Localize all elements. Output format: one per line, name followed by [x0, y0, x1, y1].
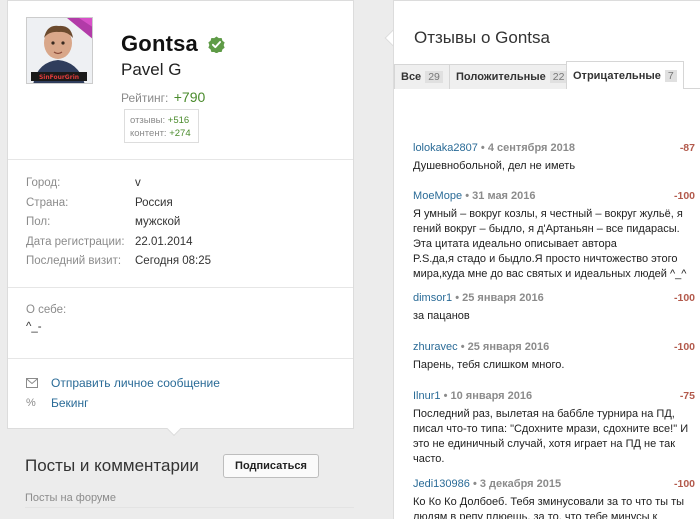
review-date-text: 10 января 2016 [450, 390, 533, 402]
rating-breakdown: отзывы: +516 контент: +274 [124, 109, 199, 143]
review-author-link[interactable]: Ilnur1 [413, 390, 441, 402]
avatar[interactable]: SinFourGrin [26, 17, 93, 84]
review-text: за пацанов [413, 310, 470, 322]
verified-badge-icon [208, 35, 225, 53]
rating-label: Рейтинг: [121, 91, 169, 105]
tab-count: 29 [425, 71, 443, 83]
posts-heading: Посты и комментарии [25, 456, 199, 475]
content-rating-label: контент: [130, 128, 167, 139]
review-score: -100 [673, 190, 695, 202]
tab-label: Положительные [456, 71, 546, 83]
review-text: Душевнобольной, дел не иметь [413, 160, 576, 172]
review-item: zhuravec • 25 января 2016 -100 Парень, те… [413, 341, 695, 373]
about-label: О себе: [26, 304, 67, 316]
subscribe-button[interactable]: Подписаться [223, 454, 319, 478]
percent-icon: % [26, 397, 36, 409]
review-score: -87 [679, 142, 695, 154]
review-score: -100 [673, 341, 695, 353]
review-text: Ко Ко Ко Долбоеб. Тебя зминусовали за то… [413, 496, 685, 519]
info-label: Дата регистрации: [26, 235, 125, 248]
envelope-icon [26, 378, 38, 388]
backing-label[interactable]: Бекинг [51, 396, 89, 410]
review-date-text: 31 мая 2016 [472, 190, 536, 202]
svg-text:SinFourGrin: SinFourGrin [39, 74, 79, 81]
tab-count: 22 [549, 71, 568, 83]
tab-label: Все [401, 71, 422, 83]
review-date-text: 25 января 2016 [462, 292, 544, 304]
username: Gontsa [121, 31, 198, 56]
reviews-rating-label: отзывы: [130, 115, 166, 126]
review-date-text: 25 января 2016 [467, 341, 550, 353]
review-author-link[interactable]: lolokaka2807 [413, 142, 478, 154]
tab-count: 7 [664, 69, 677, 82]
info-label: Город: [26, 177, 61, 189]
review-date: • 25 января 2016 [455, 292, 544, 304]
review-item: МоеМоре • 31 мая 2016 -100 Я умный – вокр… [413, 190, 695, 282]
divider [25, 507, 354, 508]
reviews-title: Отзывы о Gontsa [414, 28, 550, 47]
info-value: 22.01.2014 [135, 235, 193, 248]
info-row-last-visit: Последний визит: Сегодня 08:25 [26, 252, 211, 272]
rating: Рейтинг: +790 [121, 89, 205, 105]
review-date: • 3 декабря 2015 [472, 478, 562, 490]
tab-label: Отрицательные [573, 69, 661, 82]
info-label: Страна: [26, 196, 69, 209]
username-row: Gontsa [121, 31, 225, 57]
info-row-city: Город: v [26, 174, 211, 194]
review-date: • 25 января 2016 [460, 341, 550, 353]
tab-negative[interactable]: Отрицательные 7 [566, 61, 684, 89]
review-text: Последний раз, вылетая на баббле турнира… [413, 408, 689, 465]
info-row-country: Страна: Россия [26, 194, 211, 214]
divider [8, 287, 353, 288]
review-item: Jedi130986 • 3 декабря 2015 -100 Ко Ко Ко… [413, 478, 695, 519]
review-text: Парень, тебя слишком много. [413, 359, 565, 371]
info-label: Пол: [26, 216, 51, 228]
review-item: lolokaka2807 • 4 сентября 2018 -87 Душевн… [413, 142, 695, 174]
backing-link[interactable]: % Бекинг [26, 396, 89, 410]
reviews-rating-value: +516 [167, 115, 190, 126]
info-value: v [135, 177, 141, 189]
review-author-link[interactable]: dimsor1 [413, 292, 452, 304]
info-row-registered: Дата регистрации: 22.01.2014 [26, 233, 211, 253]
review-author-link[interactable]: МоеМоре [413, 190, 462, 202]
real-name: Pavel G [121, 60, 182, 79]
content-rating-value: +274 [169, 128, 191, 139]
review-date: • 31 мая 2016 [465, 190, 536, 202]
tab-all[interactable]: Все 29 [394, 64, 450, 89]
rating-value: +790 [173, 89, 206, 105]
info-value: мужской [135, 216, 181, 228]
send-message-label[interactable]: Отправить личное сообщение [51, 376, 220, 390]
about-text: ^_- [26, 321, 42, 333]
review-author-link[interactable]: Jedi130986 [413, 478, 470, 490]
divider [8, 159, 353, 160]
review-item: Ilnur1 • 10 января 2016 -75 Последний раз… [413, 390, 695, 467]
review-date-text: 3 декабря 2015 [479, 478, 562, 490]
review-author-link[interactable]: zhuravec [413, 341, 458, 353]
profile-info: Город: v Страна: Россия Пол: мужской Дата р… [26, 174, 211, 272]
divider [8, 358, 353, 359]
avatar-image: SinFourGrin [27, 18, 92, 83]
reviews-panel: Отзывы о Gontsa Все 29 Положительные 22 От… [393, 0, 700, 519]
review-text: Я умный – вокруг козлы, я честный – вокр… [413, 208, 687, 280]
review-date-text: 4 сентября 2018 [487, 142, 576, 154]
review-date: • 10 января 2016 [443, 390, 533, 402]
info-label: Последний визит: [26, 255, 122, 267]
tab-positive[interactable]: Положительные 22 [449, 64, 575, 89]
review-score: -75 [679, 390, 695, 402]
info-row-gender: Пол: мужской [26, 213, 211, 233]
info-value: Россия [135, 196, 173, 209]
forum-posts-label[interactable]: Посты на форуме [25, 492, 116, 504]
profile-card: SinFourGrin Gontsa Pavel G Рейтинг: +790… [7, 0, 354, 429]
review-item: dimsor1 • 25 января 2016 -100 за пацанов [413, 292, 695, 324]
review-date: • 4 сентября 2018 [480, 142, 576, 154]
review-score: -100 [673, 478, 695, 490]
review-score: -100 [673, 292, 695, 304]
send-message-link[interactable]: Отправить личное сообщение [26, 376, 220, 390]
info-value: Сегодня 08:25 [135, 255, 212, 267]
